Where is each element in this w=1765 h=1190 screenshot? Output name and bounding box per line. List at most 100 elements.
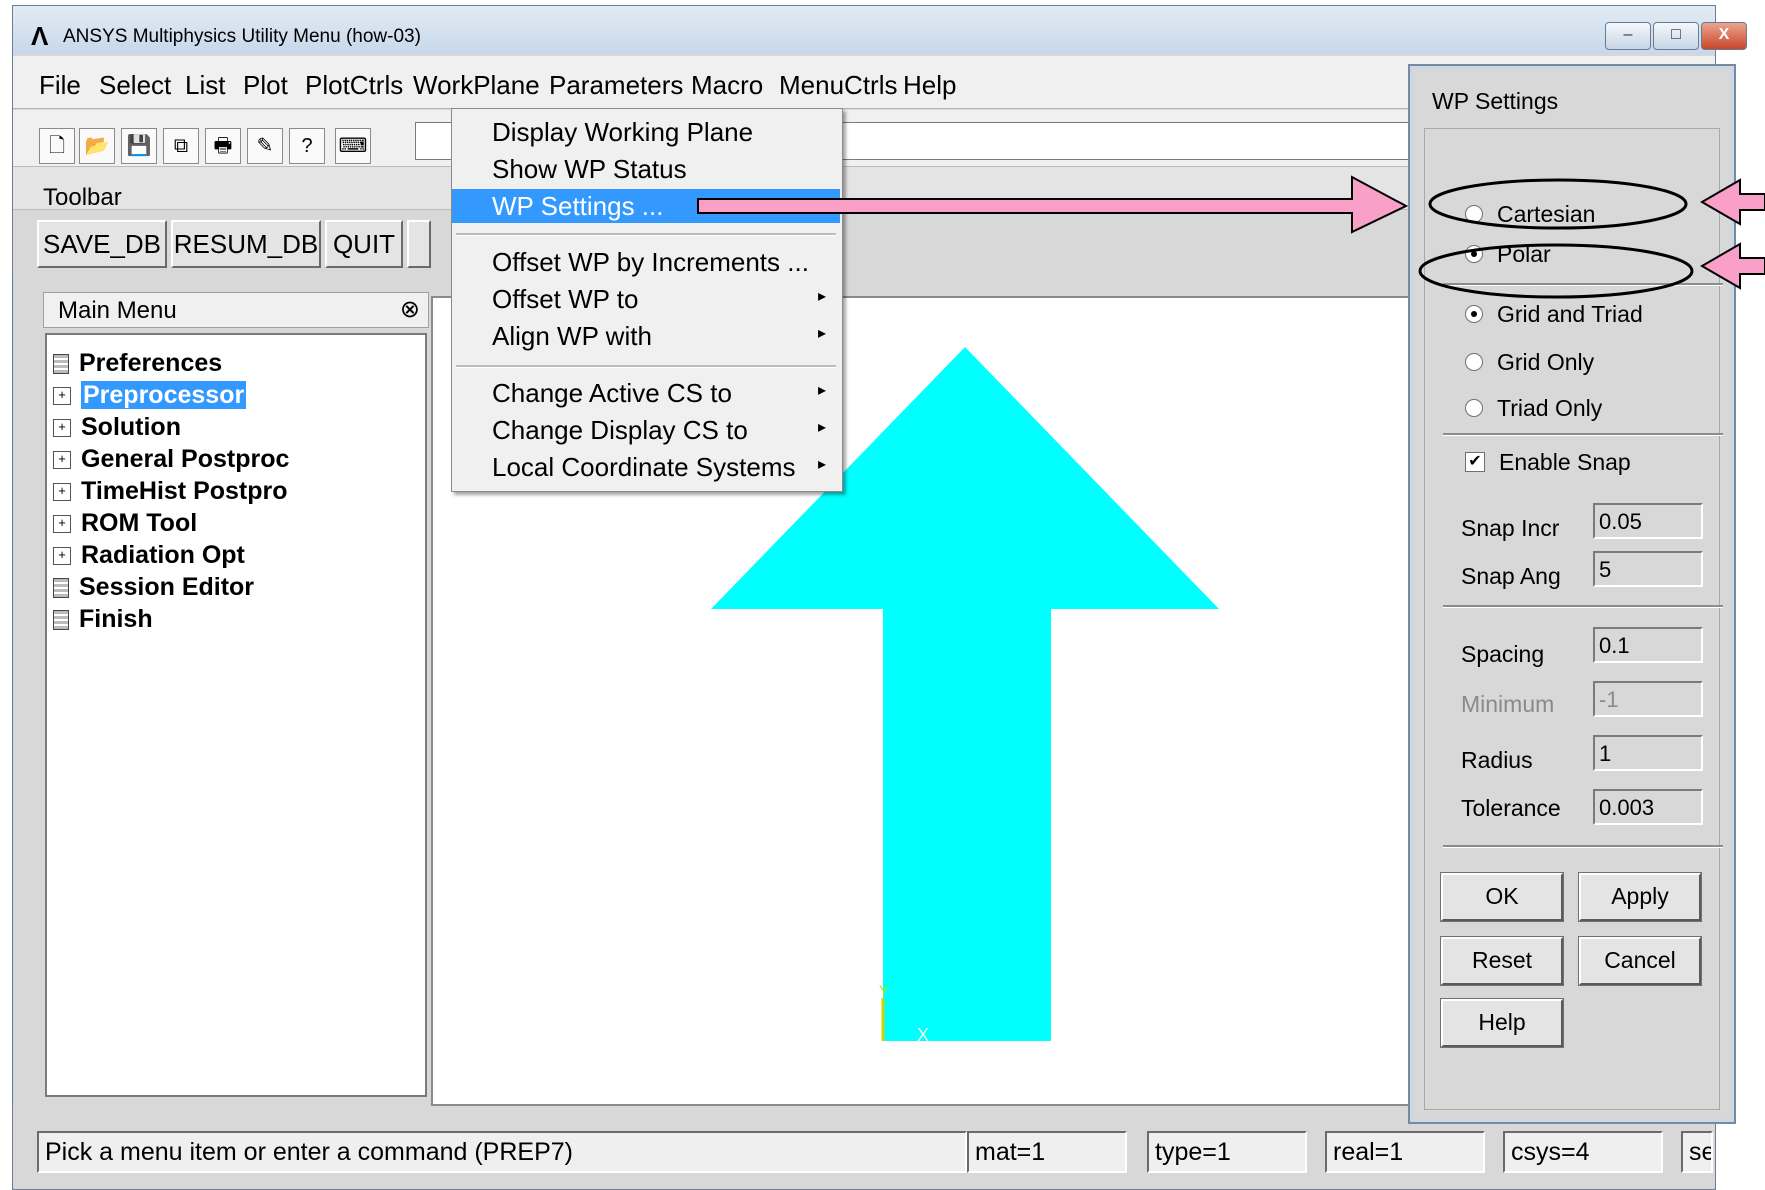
menu-macro[interactable]: Macro [691, 70, 763, 101]
reset-button[interactable]: Reset [1441, 937, 1563, 985]
tolerance-field[interactable]: 0.003 [1593, 789, 1703, 825]
3d-box-icon[interactable]: ⧉ [163, 128, 199, 164]
snap-incr-label: Snap Incr [1461, 515, 1560, 541]
radio-label: Cartesian [1497, 201, 1596, 227]
submenu-arrow-icon: ▸ [817, 382, 826, 399]
menu-workplane[interactable]: WorkPlane [413, 70, 540, 101]
expand-plus-icon[interactable]: + [53, 451, 71, 470]
cancel-button[interactable]: Cancel [1579, 937, 1701, 985]
main-menu-tree: Preferences + Preprocessor + Solution + Gen… [45, 333, 427, 1097]
maximize-button[interactable]: □ [1653, 22, 1699, 50]
menu-item-change-display-cs[interactable]: Change Display CS to ▸ [452, 413, 840, 447]
open-folder-icon[interactable]: 📂 [79, 128, 115, 164]
ok-button[interactable]: OK [1441, 873, 1563, 921]
menu-separator [456, 365, 836, 368]
checkmark-icon: ✔ [1465, 451, 1485, 472]
tree-item-label: Preferences [79, 349, 223, 377]
spacing-field[interactable]: 0.1 [1593, 627, 1703, 663]
keyboard-icon[interactable]: ⌨ [335, 128, 371, 164]
submenu-arrow-icon: ▸ [817, 456, 826, 473]
save-db-button[interactable]: SAVE_DB [37, 220, 167, 268]
radio-polar[interactable]: Polar [1465, 241, 1551, 268]
tree-item-finish[interactable]: Finish [53, 605, 153, 635]
menu-item-display-working-plane[interactable]: Display Working Plane [452, 115, 840, 149]
dialog-separator [1443, 433, 1723, 436]
close-button[interactable]: X [1701, 22, 1747, 50]
tree-item-preprocessor[interactable]: + Preprocessor [53, 381, 247, 411]
resum-db-button[interactable]: RESUM_DB [171, 220, 321, 268]
expand-plus-icon[interactable]: + [53, 387, 71, 406]
print-icon[interactable]: 🖶 [205, 128, 241, 164]
radio-cartesian[interactable]: Cartesian [1465, 201, 1595, 228]
radio-button-icon [1465, 352, 1483, 371]
menu-item-offset-wp-increments[interactable]: Offset WP by Increments ... [452, 245, 840, 279]
menu-item-local-coordinate-systems[interactable]: Local Coordinate Systems ▸ [452, 450, 840, 484]
radio-triad-only[interactable]: Triad Only [1465, 395, 1602, 422]
menu-menuctrls[interactable]: MenuCtrls [779, 70, 897, 101]
menu-file[interactable]: File [39, 70, 81, 101]
status-csys: csys=4 [1503, 1131, 1663, 1173]
radio-grid-only[interactable]: Grid Only [1465, 349, 1594, 376]
tree-item-label: Solution [81, 413, 181, 441]
minimum-field: -1 [1593, 681, 1703, 717]
help-icon[interactable]: ? [289, 128, 325, 164]
new-file-icon[interactable]: 🗋 [39, 128, 75, 164]
menu-list[interactable]: List [185, 70, 225, 101]
menu-item-change-active-cs[interactable]: Change Active CS to ▸ [452, 376, 840, 410]
calculator-icon [53, 354, 69, 375]
menu-item-show-wp-status[interactable]: Show WP Status [452, 152, 840, 186]
tree-item-label: Preprocessor [81, 381, 247, 409]
radio-grid-and-triad[interactable]: Grid and Triad [1465, 301, 1643, 328]
menu-help[interactable]: Help [903, 70, 956, 101]
apply-button[interactable]: Apply [1579, 873, 1701, 921]
tree-item-label: ROM Tool [81, 509, 198, 537]
radius-field[interactable]: 1 [1593, 735, 1703, 771]
expand-plus-icon[interactable]: + [53, 515, 71, 534]
expand-plus-icon[interactable]: + [53, 547, 71, 566]
menu-item-label: Local Coordinate Systems [492, 452, 796, 482]
status-extra: se [1681, 1131, 1713, 1173]
main-menu-header[interactable]: Main Menu ⊗ [43, 292, 429, 328]
expand-plus-icon[interactable]: + [53, 419, 71, 438]
snap-incr-field[interactable]: 0.05 [1593, 503, 1703, 539]
toolbar-button-partial[interactable] [407, 220, 431, 268]
checkbox-label: Enable Snap [1499, 449, 1631, 475]
menu-item-offset-wp-to[interactable]: Offset WP to ▸ [452, 282, 840, 316]
help-button[interactable]: Help [1441, 999, 1563, 1047]
save-icon[interactable]: 💾 [121, 128, 157, 164]
tree-item-session-editor[interactable]: Session Editor [53, 573, 254, 603]
minimize-button[interactable]: – [1605, 22, 1651, 50]
enable-snap-checkbox[interactable]: ✔ Enable Snap [1465, 449, 1631, 476]
minimum-label: Minimum [1461, 691, 1555, 717]
tree-item-preferences[interactable]: Preferences [53, 349, 222, 379]
tree-item-rom-tool[interactable]: + ROM Tool [53, 509, 197, 539]
menu-item-label: WP Settings ... [492, 191, 664, 221]
tree-item-timehist-postpro[interactable]: + TimeHist Postpro [53, 477, 288, 507]
menu-select[interactable]: Select [99, 70, 171, 101]
tree-item-general-postproc[interactable]: + General Postproc [53, 445, 289, 475]
title-bar[interactable]: Λ ANSYS Multiphysics Utility Menu (how-0… [13, 6, 1747, 54]
expand-plus-icon[interactable]: + [53, 483, 71, 502]
snap-ang-field[interactable]: 5 [1593, 551, 1703, 587]
tolerance-label: Tolerance [1461, 795, 1561, 821]
main-menu-title: Main Menu [58, 297, 177, 324]
tree-item-radiation-opt[interactable]: + Radiation Opt [53, 541, 245, 571]
dialog-separator [1443, 283, 1723, 286]
calculator-icon [53, 578, 69, 599]
menu-item-wp-settings[interactable]: WP Settings ... [452, 189, 840, 223]
status-type: type=1 [1147, 1131, 1307, 1173]
tree-item-label: TimeHist Postpro [81, 477, 288, 505]
radio-button-icon [1465, 398, 1483, 417]
menu-plotctrls[interactable]: PlotCtrls [305, 70, 403, 101]
menu-plot[interactable]: Plot [243, 70, 288, 101]
report-icon[interactable]: ✎ [247, 128, 283, 164]
menu-parameters[interactable]: Parameters [549, 70, 683, 101]
quit-button[interactable]: QUIT [325, 220, 403, 268]
tree-item-label: Session Editor [79, 573, 255, 601]
dialog-separator [1443, 845, 1723, 848]
collapse-icon[interactable]: ⊗ [400, 295, 420, 324]
tree-item-solution[interactable]: + Solution [53, 413, 181, 443]
menu-item-align-wp-with[interactable]: Align WP with ▸ [452, 319, 840, 353]
dialog-separator [1443, 605, 1723, 608]
dialog-body: Cartesian Polar Grid and Triad Grid Only… [1424, 128, 1723, 1110]
